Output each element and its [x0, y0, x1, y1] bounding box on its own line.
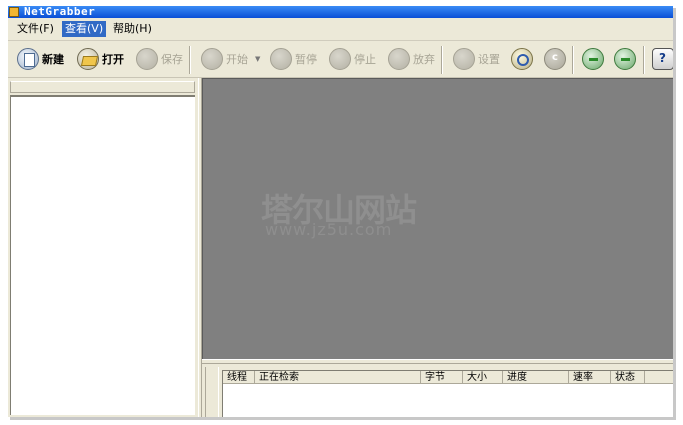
c-icon: [544, 48, 566, 70]
save-button-label: 保存: [161, 53, 183, 66]
title-bar[interactable]: NetGrabber: [8, 6, 673, 18]
menu-bar: 文件(F) 查看(V) 帮助(H): [8, 19, 673, 41]
watermark-url: www.jz5u.com: [265, 220, 393, 239]
save-button[interactable]: 保存: [136, 47, 183, 71]
window-shadow: [10, 417, 676, 420]
new-button-label: 新建: [42, 53, 64, 66]
start-dropdown-arrow-icon[interactable]: ▼: [255, 55, 260, 63]
column-header-progress[interactable]: 进度: [503, 371, 569, 384]
abandon-button[interactable]: 放弃: [388, 47, 435, 71]
abandon-button-label: 放弃: [413, 53, 435, 66]
stop-button[interactable]: 停止: [329, 47, 376, 71]
c-button[interactable]: [544, 47, 566, 71]
left-pane: [8, 78, 198, 417]
menu-file[interactable]: 文件(F): [14, 21, 57, 37]
column-header-size[interactable]: 大小: [463, 371, 503, 384]
site-tree[interactable]: [10, 95, 195, 415]
left-pane-header[interactable]: [10, 81, 195, 93]
bottom-pane: 线程 正在检索 字节 大小 进度 速率 状态: [202, 364, 673, 417]
app-window: NetGrabber 文件(F) 查看(V) 帮助(H) 新建 打开 保存 开始…: [8, 6, 673, 417]
toolbar-separator: [643, 46, 645, 74]
magnifier-icon: [511, 48, 533, 70]
help-icon: [652, 48, 673, 70]
help-button[interactable]: [652, 47, 673, 71]
toolbar-separator: [441, 46, 443, 74]
window-shadow: [673, 8, 676, 419]
green-circle-icon: [614, 48, 636, 70]
green-button-2[interactable]: [614, 47, 636, 71]
pause-icon: [270, 48, 292, 70]
bottom-pane-gutter: [205, 367, 219, 417]
toolbar: 新建 打开 保存 开始 ▼ 暂停 停止 放弃 设置 c ?: [8, 41, 673, 78]
toolbar-separator: [189, 46, 191, 74]
start-button-label: 开始: [226, 53, 248, 66]
app-icon: [9, 7, 19, 17]
main-view[interactable]: 塔尔山网站 www.jz5u.com: [202, 78, 673, 359]
column-header-bytes[interactable]: 字节: [421, 371, 463, 384]
menu-view[interactable]: 查看(V): [62, 21, 107, 37]
abandon-icon: [388, 48, 410, 70]
settings-icon: [453, 48, 475, 70]
pause-button[interactable]: 暂停: [270, 47, 317, 71]
search-button[interactable]: [511, 47, 533, 71]
open-button-label: 打开: [102, 53, 124, 66]
toolbar-separator: [572, 46, 574, 74]
pause-button-label: 暂停: [295, 53, 317, 66]
open-button[interactable]: 打开: [77, 47, 124, 71]
column-header-searching[interactable]: 正在检索: [255, 371, 421, 384]
window-title: NetGrabber: [24, 6, 96, 18]
settings-button-label: 设置: [478, 53, 500, 66]
task-table[interactable]: 线程 正在检索 字节 大小 进度 速率 状态: [222, 370, 673, 417]
open-folder-icon: [77, 48, 99, 70]
start-icon: [201, 48, 223, 70]
green-circle-icon: [582, 48, 604, 70]
column-header-status[interactable]: 状态: [611, 371, 645, 384]
column-header-thread[interactable]: 线程: [223, 371, 255, 384]
stop-button-label: 停止: [354, 53, 376, 66]
start-button[interactable]: 开始: [201, 47, 248, 71]
stop-icon: [329, 48, 351, 70]
settings-button[interactable]: 设置: [453, 47, 500, 71]
menu-help[interactable]: 帮助(H): [110, 21, 155, 37]
column-header-rate[interactable]: 速率: [569, 371, 611, 384]
new-button[interactable]: 新建: [17, 47, 64, 71]
save-icon: [136, 48, 158, 70]
green-button-1[interactable]: [582, 47, 604, 71]
new-file-icon: [17, 48, 39, 70]
column-header-filler: [645, 371, 673, 384]
